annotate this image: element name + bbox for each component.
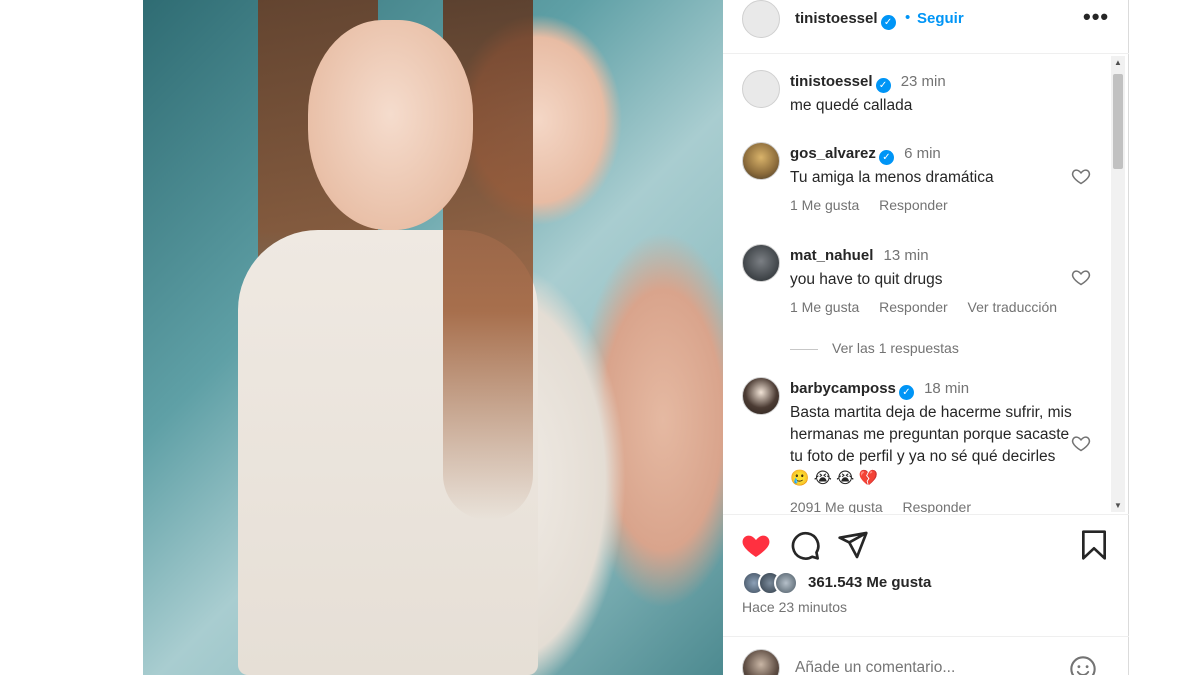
likes-count[interactable]: 361.543 Me gusta xyxy=(808,574,931,591)
comment-text: you have to quit drugs xyxy=(790,271,943,288)
photo-face xyxy=(308,20,473,230)
verified-badge-icon: ✓ xyxy=(875,78,891,93)
comment-like-heart-icon[interactable] xyxy=(1071,433,1091,453)
reply-button[interactable]: Responder xyxy=(879,197,948,213)
comment-username[interactable]: mat_nahuel xyxy=(790,247,873,264)
post-photo[interactable] xyxy=(143,0,723,675)
scroll-up-arrow-icon[interactable]: ▲ xyxy=(1113,58,1123,67)
comment-text: Basta martita deja de hacerme sufrir, mi… xyxy=(790,404,1072,487)
more-options-icon[interactable]: ••• xyxy=(1083,4,1109,30)
comment-avatar[interactable] xyxy=(742,377,780,415)
post-side-panel: tinistoessel ✓ • Seguir ••• tinistoessel ✓… xyxy=(723,0,1129,675)
caption-time: 23 min xyxy=(900,73,946,90)
comment-username[interactable]: barbycamposs xyxy=(790,380,896,397)
verified-badge-icon: ✓ xyxy=(878,150,894,165)
follow-button[interactable]: Seguir xyxy=(917,10,964,27)
liker-avatar xyxy=(774,571,798,595)
comment-icon[interactable] xyxy=(789,529,821,561)
post-header: tinistoessel ✓ • Seguir ••• xyxy=(723,0,1129,54)
comments-list[interactable]: tinistoessel ✓ 23 min me quedé callada go… xyxy=(723,55,1129,513)
scrollbar-thumb[interactable] xyxy=(1113,74,1123,169)
comment-likes[interactable]: 1 Me gusta xyxy=(790,299,859,315)
comment-text: Tu amiga la menos dramática xyxy=(790,169,994,186)
reply-button[interactable]: Responder xyxy=(879,299,948,315)
comment-username[interactable]: gos_alvarez xyxy=(790,145,876,162)
bookmark-icon[interactable] xyxy=(1078,529,1110,561)
translate-button[interactable]: Ver traducción xyxy=(968,299,1058,315)
comment-time: 13 min xyxy=(883,247,929,264)
caption-username[interactable]: tinistoessel xyxy=(790,73,873,90)
comment-time: 6 min xyxy=(904,145,941,162)
post-timestamp: Hace 23 minutos xyxy=(742,599,848,615)
scroll-down-arrow-icon[interactable]: ▼ xyxy=(1113,501,1123,510)
comment-input[interactable] xyxy=(795,659,1055,675)
replies-divider-line xyxy=(790,348,818,350)
comments-scrollbar[interactable]: ▲ ▼ xyxy=(1111,56,1125,512)
reply-button[interactable]: Responder xyxy=(903,499,972,513)
caption-text: me quedé callada xyxy=(790,97,913,114)
share-icon[interactable] xyxy=(837,529,869,561)
verified-badge-icon: ✓ xyxy=(898,385,914,400)
comment-composer xyxy=(723,636,1129,675)
heart-icon[interactable] xyxy=(740,529,772,561)
comment-like-heart-icon[interactable] xyxy=(1071,267,1091,287)
verified-badge-icon: ✓ xyxy=(880,15,896,30)
author-avatar[interactable] xyxy=(742,0,780,38)
post-actions: 361.543 Me gusta Hace 23 minutos xyxy=(723,514,1129,624)
viewer-avatar xyxy=(742,649,780,675)
caption-avatar[interactable] xyxy=(742,70,780,108)
comment-like-heart-icon[interactable] xyxy=(1071,166,1091,186)
emoji-icon[interactable] xyxy=(1069,655,1097,675)
comment-likes[interactable]: 2091 Me gusta xyxy=(790,499,883,513)
comment-avatar[interactable] xyxy=(742,142,780,180)
separator-dot: • xyxy=(905,9,911,26)
view-replies-button[interactable]: Ver las 1 respuestas xyxy=(790,340,959,356)
comment-time: 18 min xyxy=(924,380,970,397)
comment-likes[interactable]: 1 Me gusta xyxy=(790,197,859,213)
comment-avatar[interactable] xyxy=(742,244,780,282)
author-username[interactable]: tinistoessel ✓ xyxy=(795,10,896,30)
